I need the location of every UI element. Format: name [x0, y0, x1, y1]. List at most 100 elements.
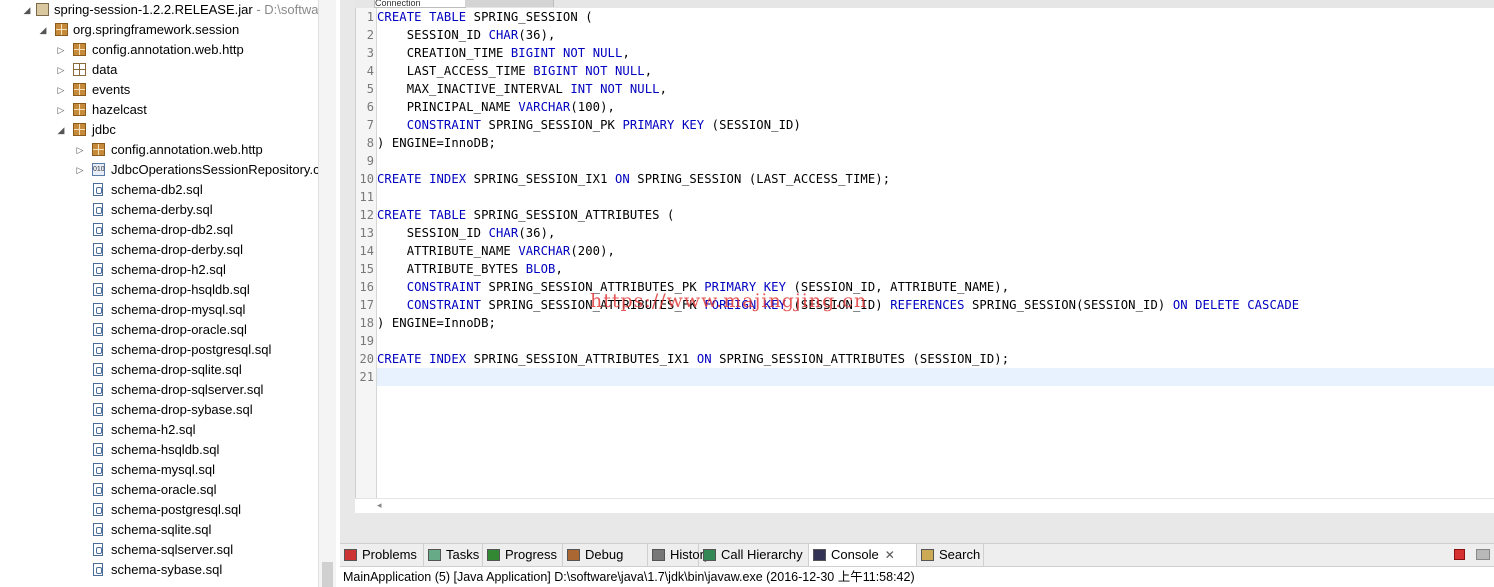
- horizontal-scrollbar[interactable]: ◂: [355, 498, 1494, 513]
- tree-item-sql-file[interactable]: schema-oracle.sql: [0, 480, 318, 500]
- close-icon[interactable]: ✕: [885, 548, 895, 562]
- sql-editor[interactable]: 1 2 3 4 5 6 7 8 9 10 11 12 13 14 15 16 17 18 19 20 21 CREATE…: [355, 8, 1494, 498]
- package-icon: [73, 43, 86, 56]
- tree-label: schema-db2.sql: [111, 182, 203, 197]
- scrollbar-thumb[interactable]: [322, 562, 333, 587]
- tree-item-jar[interactable]: ◢ spring-session-1.2.2.RELEASE.jar - D:\…: [0, 0, 318, 20]
- sql-keyword: CREATE: [377, 208, 422, 222]
- collapse-arrow-icon[interactable]: ◢: [56, 120, 66, 140]
- tree-item-subpackage[interactable]: ▷ config.annotation.web.http: [0, 40, 318, 60]
- tree-item-jdbc-child[interactable]: ▷ config.annotation.web.http: [0, 140, 318, 160]
- collapse-arrow-icon[interactable]: ◢: [22, 0, 32, 20]
- tree-item-jdbc-child[interactable]: ▷ 010 JdbcOperationsSessionRepository.c: [0, 160, 318, 180]
- line-number: 6: [366, 100, 374, 114]
- expand-arrow-icon[interactable]: ▷: [56, 40, 66, 60]
- tree-item-sql-file[interactable]: schema-sybase.sql: [0, 560, 318, 580]
- search-icon: [921, 549, 934, 561]
- expand-arrow-icon[interactable]: ▷: [56, 100, 66, 120]
- code-line[interactable]: CREATE INDEX SPRING_SESSION_IX1 ON SPRIN…: [377, 170, 890, 188]
- code-line[interactable]: ) ENGINE=InnoDB;: [377, 134, 496, 152]
- tree-item-sql-file[interactable]: schema-db2.sql: [0, 180, 318, 200]
- code-text: (SESSION_ID): [704, 118, 801, 132]
- code-line[interactable]: CREATE TABLE SPRING_SESSION (: [377, 8, 593, 26]
- sql-keyword: KEY: [681, 118, 705, 132]
- code-line[interactable]: CREATE TABLE SPRING_SESSION_ATTRIBUTES (: [377, 206, 675, 224]
- tab-history[interactable]: History: [648, 544, 710, 566]
- console-icon: [813, 549, 826, 561]
- tab-console[interactable]: Console ✕: [809, 544, 917, 566]
- line-number-gutter: 1 2 3 4 5 6 7 8 9 10 11 12 13 14 15 16 17 18 19 20 21: [356, 8, 377, 498]
- code-line[interactable]: CREATION_TIME BIGINT NOT NULL,: [377, 44, 630, 62]
- sql-keyword: REFERENCES: [890, 298, 965, 312]
- tab-label: Problems: [362, 547, 417, 562]
- tree-item-sql-file[interactable]: schema-drop-oracle.sql: [0, 320, 318, 340]
- tree-item-sql-file[interactable]: schema-drop-postgresql.sql: [0, 340, 318, 360]
- code-line[interactable]: MAX_INACTIVE_INTERVAL INT NOT NULL,: [377, 80, 667, 98]
- tree-item-sql-file[interactable]: schema-drop-db2.sql: [0, 220, 318, 240]
- code-line[interactable]: ) ENGINE=InnoDB;: [377, 314, 496, 332]
- tree-item-package-root[interactable]: ◢ org.springframework.session: [0, 20, 318, 40]
- expand-arrow-icon[interactable]: ▷: [56, 80, 66, 100]
- tree-item-sql-file[interactable]: schema-mysql.sql: [0, 460, 318, 480]
- tab-debug[interactable]: Debug: [563, 544, 648, 566]
- tab-search[interactable]: Search: [917, 544, 984, 566]
- sql-file-icon: [93, 563, 103, 576]
- tasks-icon: [428, 549, 441, 561]
- remove-launch-icon[interactable]: [1476, 549, 1490, 560]
- tree-item-subpackage[interactable]: ◢ jdbc: [0, 120, 318, 140]
- sql-file-icon: [93, 543, 103, 556]
- tree-item-subpackage[interactable]: ▷ data: [0, 60, 318, 80]
- scroll-left-icon[interactable]: ◂: [377, 500, 382, 511]
- expand-arrow-icon[interactable]: ▷: [75, 160, 85, 180]
- tree-label: schema-drop-oracle.sql: [111, 322, 247, 337]
- editor-tab-active[interactable]: Connection: [374, 0, 466, 8]
- sql-file-icon: [93, 223, 103, 236]
- code-line[interactable]: CONSTRAINT SPRING_SESSION_PK PRIMARY KEY…: [377, 116, 801, 134]
- code-line[interactable]: PRINCIPAL_NAME VARCHAR(100),: [377, 98, 615, 116]
- tree-item-sql-file[interactable]: schema-drop-sqlite.sql: [0, 360, 318, 380]
- tree-item-subpackage[interactable]: ▷ events: [0, 80, 318, 100]
- tree-item-sql-file[interactable]: schema-drop-sqlserver.sql: [0, 380, 318, 400]
- code-line[interactable]: SESSION_ID CHAR(36),: [377, 224, 556, 242]
- tree-item-sql-file[interactable]: schema-postgresql.sql: [0, 500, 318, 520]
- tree-label: schema-drop-sqlserver.sql: [111, 382, 264, 397]
- code-line[interactable]: SESSION_ID CHAR(36),: [377, 26, 556, 44]
- tab-label: Console: [831, 547, 879, 562]
- tree-item-sql-file[interactable]: schema-drop-mysql.sql: [0, 300, 318, 320]
- line-number: 1: [366, 10, 374, 24]
- tree-item-sql-file[interactable]: schema-hsqldb.sql: [0, 440, 318, 460]
- tree-item-sql-file[interactable]: schema-drop-sybase.sql: [0, 400, 318, 420]
- expand-arrow-icon[interactable]: ▷: [56, 60, 66, 80]
- tree-item-sql-file[interactable]: schema-sqlite.sql: [0, 520, 318, 540]
- code-text: PRINCIPAL_NAME: [377, 100, 519, 114]
- line-number: 18: [359, 316, 374, 330]
- sql-keyword: CONSTRAINT: [406, 298, 482, 312]
- tree-label: events: [92, 82, 131, 97]
- collapse-arrow-icon[interactable]: ◢: [38, 20, 48, 40]
- code-line[interactable]: ATTRIBUTE_BYTES BLOB,: [377, 260, 563, 278]
- progress-icon: [487, 549, 500, 561]
- tree-item-sql-file[interactable]: schema-drop-h2.sql: [0, 260, 318, 280]
- expand-arrow-icon[interactable]: ▷: [75, 140, 85, 160]
- tree-item-sql-file[interactable]: schema-drop-derby.sql: [0, 240, 318, 260]
- terminate-icon[interactable]: [1454, 549, 1465, 560]
- tree-item-sql-file[interactable]: schema-drop-hsqldb.sql: [0, 280, 318, 300]
- tree-item-subpackage[interactable]: ▷ hazelcast: [0, 100, 318, 120]
- code-line[interactable]: CREATE INDEX SPRING_SESSION_ATTRIBUTES_I…: [377, 350, 1009, 368]
- tree-item-sql-file[interactable]: schema-h2.sql: [0, 420, 318, 440]
- code-line[interactable]: LAST_ACCESS_TIME BIGINT NOT NULL,: [377, 62, 652, 80]
- tree-item-sql-file[interactable]: schema-sqlserver.sql: [0, 540, 318, 560]
- tree-scrollbar[interactable]: [318, 0, 336, 587]
- tab-problems[interactable]: Problems: [340, 544, 424, 566]
- code-text: CREATION_TIME: [377, 46, 511, 60]
- tree-item-sql-file[interactable]: schema-derby.sql: [0, 200, 318, 220]
- tab-call-hierarchy[interactable]: Call Hierarchy: [699, 544, 809, 566]
- code-text: SPRING_SESSION_ATTRIBUTES (SESSION_ID);: [711, 352, 1010, 366]
- code-text: (100),: [570, 100, 615, 114]
- code-line[interactable]: ATTRIBUTE_NAME VARCHAR(200),: [377, 242, 615, 260]
- editor-tab[interactable]: [465, 0, 554, 7]
- tab-progress[interactable]: Progress: [483, 544, 563, 566]
- tab-tasks[interactable]: Tasks: [424, 544, 483, 566]
